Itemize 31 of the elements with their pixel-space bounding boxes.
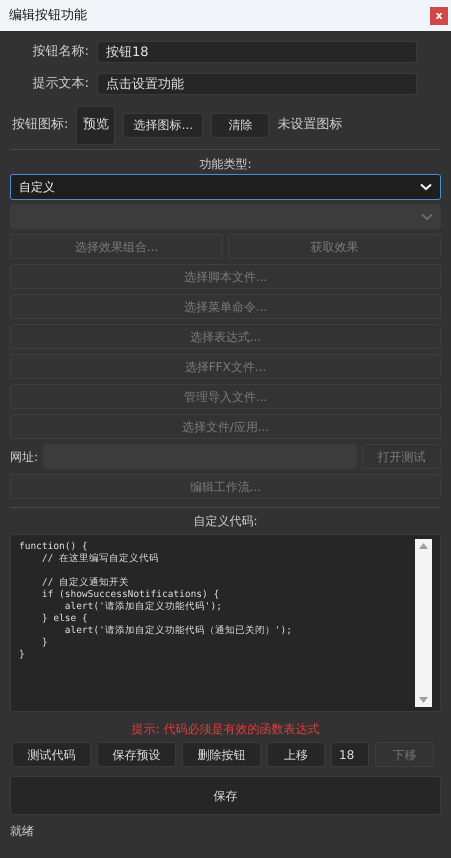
action-button[interactable]: 删除按钮 <box>182 742 261 767</box>
action-button[interactable]: 保存预设 <box>97 742 176 767</box>
scroll-down-icon[interactable] <box>419 697 428 703</box>
action-button[interactable]: 选择图标... <box>123 112 204 138</box>
status-text: 就绪 <box>10 824 35 838</box>
code-hint: 提示: 代码必须是有效的函数表达式 <box>130 722 320 736</box>
position-field[interactable]: 18 <box>331 742 369 767</box>
action-button[interactable]: 清除 <box>211 112 270 138</box>
select-value: 自定义 <box>19 179 55 196</box>
close-button[interactable]: x <box>430 6 448 24</box>
window-title: 编辑按钮功能 <box>9 6 87 25</box>
url-label: 网址: <box>10 448 38 466</box>
icon-preview: 预览 <box>76 106 116 144</box>
code-label: 自定义代码: <box>192 514 259 528</box>
save-button[interactable]: 保存 <box>10 776 441 815</box>
field-label: 提示文本: <box>32 75 90 94</box>
chevron-down-icon <box>420 183 432 191</box>
scrollbar[interactable] <box>415 539 432 707</box>
function-type-select[interactable]: 自定义 <box>10 174 441 200</box>
icon-status: 未设置图标 <box>277 116 342 134</box>
code-text: function() { // 在这里编写自定义代码 // 自定义通知开关 if (showSuccessNotifications) { alert('请添加自定义功能代码'); } else { alert('请添加自定义功能代码（通知已关闭）'); } } <box>18 540 293 662</box>
code-editor[interactable]: function() { // 在这里编写自定义代码 // 自定义通知开关 if (showSuccessNotifications) { alert('请添加自定义功能代码'); } else { alert('请添加自定义功能代码（通知已关闭）'); } } <box>10 534 441 712</box>
chevron-down-icon <box>421 212 433 220</box>
text-field[interactable]: 按钮18 <box>97 41 417 63</box>
field-label: 按钮名称: <box>32 43 90 62</box>
scroll-up-icon[interactable] <box>419 543 428 549</box>
icon-label: 按钮图标: <box>11 116 68 134</box>
action-button[interactable]: 测试代码 <box>12 742 91 767</box>
text-field[interactable]: 点击设置功能 <box>97 73 417 95</box>
function-type-label: 功能类型: <box>198 157 253 171</box>
action-button[interactable]: 上移 <box>267 742 325 767</box>
